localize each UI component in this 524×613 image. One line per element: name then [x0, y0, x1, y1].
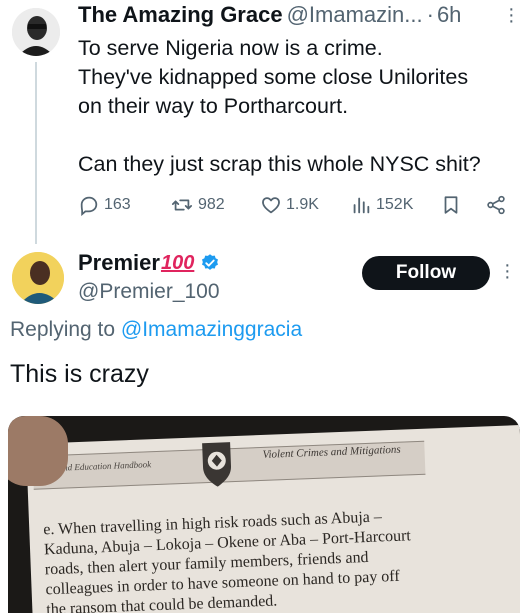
follow-button[interactable]: Follow	[362, 256, 490, 290]
parent-author-name[interactable]: The Amazing Grace	[78, 2, 283, 27]
tweet-text-line: Can they just scrap this whole NYSC shit…	[78, 152, 481, 176]
verified-badge-icon	[202, 254, 219, 270]
tweet-text-line: They've kidnapped some close Unilorites	[78, 65, 469, 89]
thread-connector-line	[35, 62, 37, 244]
views-count: 152K	[376, 196, 414, 213]
header-separator: ·	[426, 2, 434, 27]
more-icon[interactable]: · · ·	[508, 0, 515, 31]
reply-button[interactable]: 163	[78, 194, 131, 216]
views-button[interactable]: 152K	[350, 194, 413, 216]
more-icon[interactable]: · · ·	[504, 255, 511, 287]
parent-tweet-text: To serve Nigeria now is a crime. They've…	[78, 34, 518, 179]
reply-author-row: Premier 100	[78, 250, 220, 276]
hundred-points-emoji: 100	[160, 251, 195, 274]
like-button[interactable]: 1.9K	[260, 194, 319, 216]
document-page: ness and Education Handbook Violent Crim…	[26, 425, 520, 613]
nysc-crest-icon	[202, 442, 232, 487]
retweet-button[interactable]: 982	[170, 194, 225, 216]
tweet-text-line: To serve Nigeria now is a crime.	[78, 36, 383, 60]
views-icon	[353, 197, 370, 214]
parent-tweet-header: The Amazing Grace @Imamazin... · 6h	[78, 2, 514, 32]
holding-finger	[8, 416, 68, 486]
parent-author-handle[interactable]: @Imamazin...	[287, 2, 423, 27]
reply-tweet-text: This is crazy	[10, 360, 149, 388]
replying-to-label: Replying to	[10, 318, 116, 341]
parent-author-avatar[interactable]	[12, 8, 60, 56]
reply-count: 163	[104, 196, 131, 213]
reply-icon	[80, 196, 98, 216]
share-icon	[487, 195, 505, 215]
reply-author-handle[interactable]: @Premier_100	[78, 280, 220, 304]
reply-author-avatar[interactable]	[12, 252, 64, 304]
tweet-text-line	[78, 121, 518, 150]
like-count: 1.9K	[286, 196, 319, 213]
share-button[interactable]	[484, 194, 508, 216]
retweet-count: 982	[198, 196, 225, 213]
tweet-text-line: on their way to Portharcourt.	[78, 94, 349, 118]
bookmark-icon	[444, 196, 458, 214]
parent-tweet-time[interactable]: 6h	[437, 2, 461, 27]
reply-author-name[interactable]: Premier	[78, 250, 160, 276]
attached-photo[interactable]: ness and Education Handbook Violent Crim…	[8, 416, 520, 613]
tweet-action-bar: 163 982 1.9K 152K	[78, 194, 514, 224]
bookmark-button[interactable]	[440, 194, 462, 216]
replying-to-mention[interactable]: @Imamazinggracia	[121, 318, 302, 341]
replying-to-line: Replying to @Imamazinggracia	[10, 318, 302, 342]
like-icon	[262, 197, 280, 214]
retweet-icon	[171, 199, 193, 211]
